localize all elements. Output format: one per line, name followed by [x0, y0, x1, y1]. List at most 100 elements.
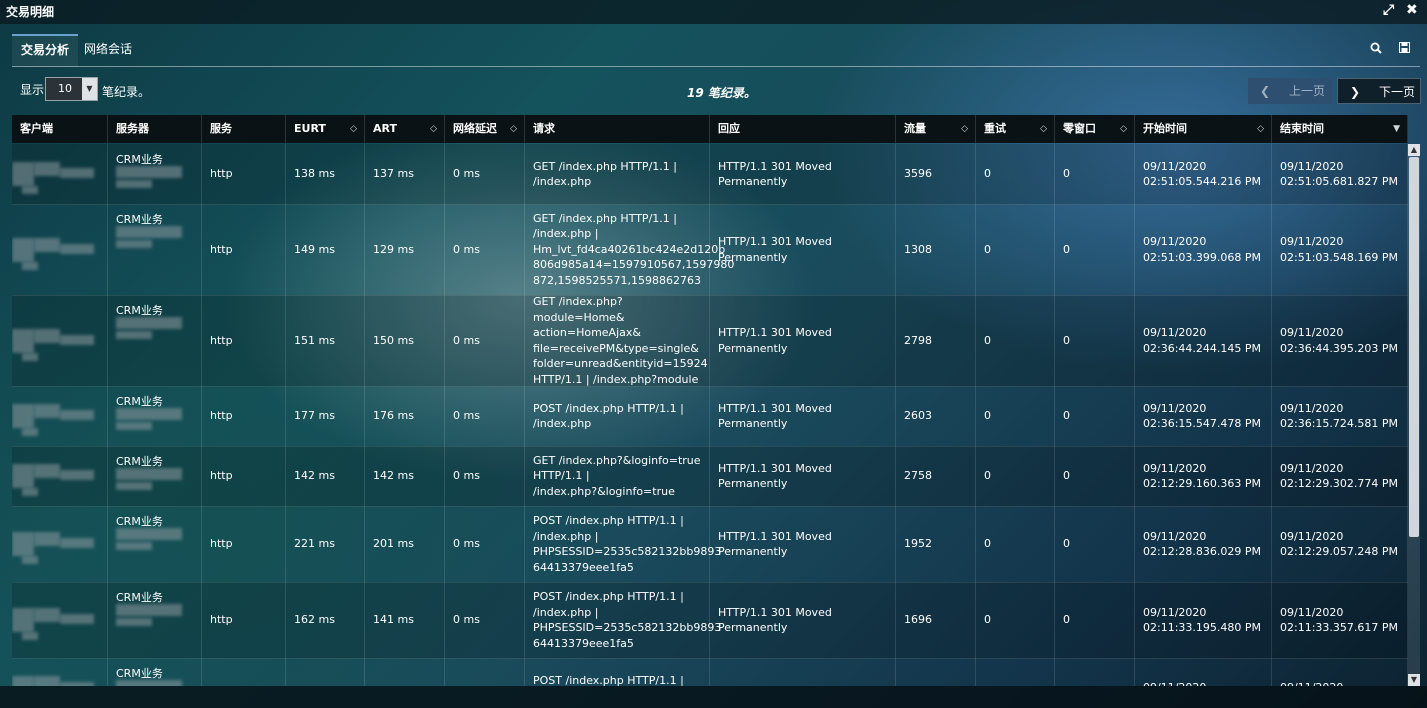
table-row[interactable]: CRM业务 http 149 ms 129 ms 0 ms GET /index.php … — [12, 204, 1408, 296]
cell-text: 09/11/2020 02:51:05.681.827 PM — [1280, 159, 1399, 189]
cell-text: HTTP/1.1 301 Moved Permanently — [718, 401, 832, 431]
cell-server: CRM业务 — [108, 144, 202, 204]
cell-eurt: 142 ms — [286, 446, 365, 506]
redacted-block — [12, 464, 34, 488]
sort-desc-icon: ▼ — [1393, 124, 1400, 134]
chevron-left-icon: ❮ — [1260, 84, 1271, 98]
column-header-label: 回应 — [718, 122, 740, 135]
cell-text: 0 — [984, 242, 991, 256]
scroll-up-icon[interactable]: ▲ — [1408, 144, 1420, 156]
cell-start-time: 09/11/2020 02:51:03.399.068 PM — [1135, 204, 1272, 295]
cell-text: 0 — [1063, 613, 1070, 627]
cell-network-delay: 0 ms — [445, 386, 525, 446]
cell-request: GET /index.php?&loginfo=true HTTP/1.1 | … — [525, 446, 710, 506]
tab-network-session[interactable]: 网络会话 — [75, 34, 141, 65]
cell-request: GET /index.php HTTP/1.1 | /index.php | H… — [525, 204, 734, 295]
redacted-block — [60, 614, 94, 624]
table-row[interactable]: CRM业务 http 177 ms 176 ms 0 ms POST /index.php… — [12, 386, 1408, 447]
table-row[interactable]: CRM业务 http 162 ms 141 ms 0 ms POST /index.php… — [12, 582, 1408, 659]
table-row[interactable]: CRM业务 http 138 ms 137 ms 0 ms GET /index.php … — [12, 144, 1408, 205]
cell-network-delay: 0 ms — [445, 204, 525, 295]
cell-request: GET /index.php?module=Home& action=HomeA… — [525, 295, 710, 386]
cell-text: http — [210, 469, 233, 483]
cell-art: 141 ms — [365, 582, 445, 658]
cell-request: POST /index.php HTTP/1.1 | /index.php | … — [525, 582, 721, 658]
column-header-traffic[interactable]: 流量 ◇ — [896, 115, 976, 143]
cell-end-time: 09/11/2020 02:51:05.681.827 PM — [1272, 144, 1408, 204]
cell-text: 0 ms — [453, 409, 480, 423]
cell-text: 0 ms — [453, 613, 480, 627]
cell-text: 0 — [984, 469, 991, 483]
scroll-down-icon[interactable]: ▼ — [1408, 674, 1420, 686]
page-length-select[interactable]: 10 ▼ — [45, 77, 98, 101]
column-header-start-time[interactable]: 开始时间 ◇ — [1135, 115, 1272, 143]
column-header-service: 服务 — [202, 115, 286, 143]
prev-page-button[interactable]: ❮ 上一页 — [1248, 78, 1332, 104]
cell-text: GET /index.php HTTP/1.1 | /index.php — [533, 159, 677, 189]
redacted-block — [116, 604, 182, 616]
column-header-label: 服务器 — [116, 122, 149, 135]
cell-text: 09/11/2020 02:11:33.195.480 PM — [1143, 605, 1262, 635]
redacted-block — [22, 352, 38, 361]
column-header-label: 结束时间 — [1280, 122, 1324, 135]
cell-service: http — [202, 582, 286, 658]
cell-server: CRM业务 — [108, 582, 202, 658]
cell-network-delay: 0 ms — [445, 446, 525, 506]
cell-text: 3596 — [904, 167, 932, 181]
cell-text: http — [210, 537, 233, 551]
cell-network-delay — [445, 658, 525, 686]
table-row[interactable]: CRM业务 http 142 ms 142 ms 0 ms GET /index.php?… — [12, 446, 1408, 507]
cell-text: 09/11/2020 02:36:44.395.203 PM — [1280, 326, 1399, 355]
column-header-eurt[interactable]: EURT ◇ — [286, 115, 365, 143]
cell-zero-window: 0 — [1055, 506, 1135, 582]
save-icon[interactable] — [1399, 42, 1410, 57]
scrollbar-thumb[interactable] — [1409, 157, 1419, 537]
sort-icon: ◇ — [510, 124, 517, 134]
cell-end-time: 09/11/2020 02:11:33.357.617 PM — [1272, 582, 1408, 658]
cell-text: 0 — [1063, 167, 1070, 181]
redacted-block — [12, 162, 34, 186]
tab-bar: 交易分析 网络会话 — [12, 34, 1420, 67]
redacted-block — [12, 328, 34, 353]
redacted-block — [22, 428, 38, 436]
table-body: CRM业务 http 138 ms 137 ms 0 ms GET /index.php … — [12, 144, 1408, 686]
cell-text: 137 ms — [373, 167, 414, 181]
cell-traffic: 1696 — [896, 582, 976, 658]
window-title: 交易明细 — [6, 5, 55, 19]
cell-end-time: 09/11/2020 02:12:29.057.248 PM — [1272, 506, 1408, 582]
cell-art — [365, 658, 445, 686]
vertical-scrollbar[interactable]: ▲ ▼ — [1408, 144, 1420, 686]
redacted-block — [34, 532, 60, 546]
table-row[interactable]: CRM业务 http 221 ms 201 ms 0 ms POST /index.php… — [12, 506, 1408, 583]
sort-icon: ◇ — [961, 124, 968, 134]
cell-text: 201 ms — [373, 537, 414, 551]
cell-response: HTTP/1.1 301 Moved Permanently — [710, 582, 896, 658]
cell-text: 162 ms — [294, 613, 335, 627]
cell-end-time: 09/11/2020 — [1272, 658, 1408, 686]
column-header-art[interactable]: ART ◇ — [365, 115, 445, 143]
redacted-block — [116, 528, 182, 540]
cell-text: 09/11/2020 02:36:15.547.478 PM — [1143, 401, 1262, 431]
cell-text: HTTP/1.1 301 Moved Permanently — [718, 235, 832, 264]
search-icon[interactable] — [1370, 42, 1382, 58]
redacted-block — [60, 410, 94, 420]
table-row[interactable]: CRM业务 http 151 ms 150 ms 0 ms GET /index.php?… — [12, 295, 1408, 387]
next-page-button[interactable]: ❯ 下一页 — [1337, 78, 1421, 104]
cell-zero-window: 0 — [1055, 144, 1135, 204]
column-header-network-delay[interactable]: 网络延迟 ◇ — [445, 115, 525, 143]
cell-server: CRM业务 — [108, 204, 202, 295]
redacted-block — [116, 317, 182, 329]
cell-art: 201 ms — [365, 506, 445, 582]
column-header-zero-window[interactable]: 零窗口 ◇ — [1055, 115, 1135, 143]
close-icon[interactable]: ✖ — [1406, 2, 1418, 18]
redacted-block — [34, 328, 60, 343]
table-row[interactable]: CRM业务 POST /index.php HTTP/1.1 | /index.p… — [12, 658, 1408, 686]
expand-icon[interactable]: ⤢ — [1383, 2, 1394, 18]
tab-transaction-analysis[interactable]: 交易分析 — [12, 34, 79, 67]
column-header-end-time[interactable]: 结束时间 ▼ — [1272, 115, 1408, 143]
cell-eurt: 221 ms — [286, 506, 365, 582]
cell-text: http — [210, 409, 233, 423]
cell-text: 138 ms — [294, 167, 335, 181]
column-header-retry[interactable]: 重试 ◇ — [976, 115, 1055, 143]
cell-service: http — [202, 506, 286, 582]
